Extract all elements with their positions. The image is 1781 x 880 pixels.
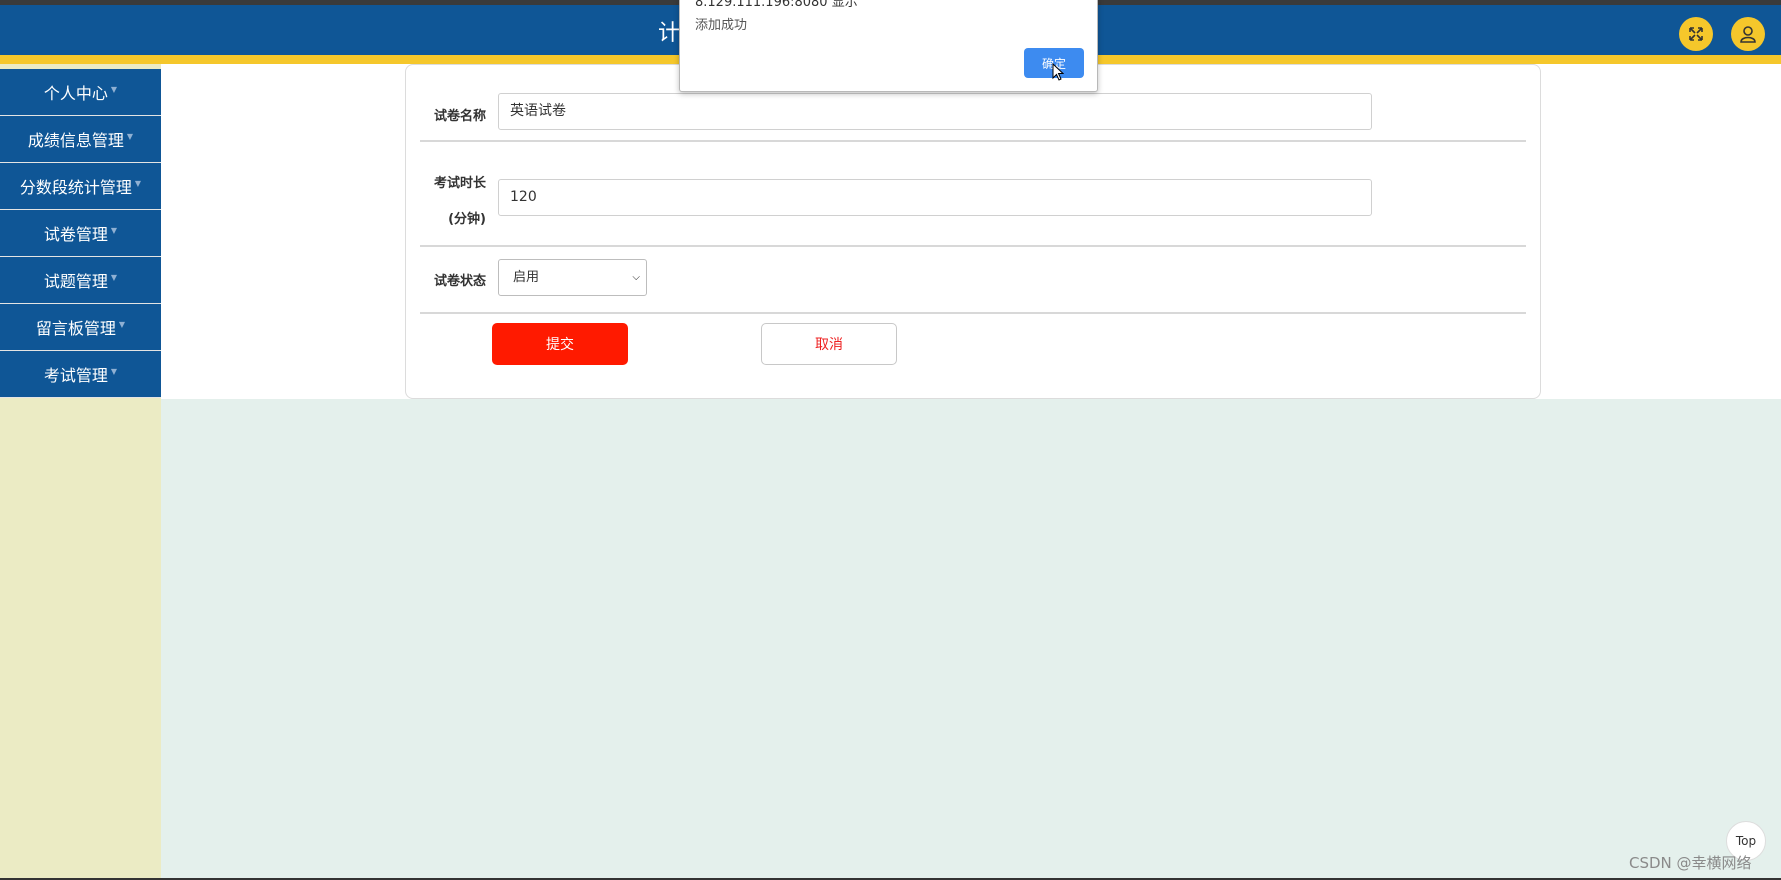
cancel-button[interactable]: 取消 bbox=[761, 323, 897, 365]
caret-down-icon: ▼ bbox=[110, 84, 118, 94]
caret-down-icon: ▼ bbox=[110, 225, 118, 235]
paper-name-input[interactable]: 英语试卷 bbox=[498, 93, 1372, 130]
status-label: 试卷状态 bbox=[433, 274, 486, 289]
user-menu-button[interactable] bbox=[1731, 17, 1765, 51]
submit-button[interactable]: 提交 bbox=[492, 323, 628, 365]
sidebar-item-score-management[interactable]: 成绩信息管理 ▼ bbox=[0, 116, 161, 163]
paper-name-label: 试卷名称 bbox=[433, 109, 486, 124]
sidebar-item-message-board[interactable]: 留言板管理 ▼ bbox=[0, 304, 161, 351]
sidebar-item-label: 考试管理 bbox=[43, 366, 108, 385]
app-title: 计 bbox=[658, 21, 681, 46]
user-icon bbox=[1740, 26, 1756, 43]
caret-down-icon: ▼ bbox=[118, 319, 126, 329]
expand-arrows-icon bbox=[1689, 27, 1703, 41]
chevron-down-icon: ⌵ bbox=[632, 272, 640, 283]
sidebar-item-personal-center[interactable]: 个人中心 ▼ bbox=[0, 69, 161, 116]
form-row-duration: 考试时长 (分钟) 120 bbox=[420, 142, 1526, 247]
caret-down-icon: ▼ bbox=[134, 178, 142, 188]
sidebar-item-label: 个人中心 bbox=[43, 84, 108, 103]
paper-form: 试卷名称 英语试卷 考试时长 (分钟) 120 试卷状态 启用 ⌵ 提交 取消 bbox=[405, 64, 1541, 399]
sidebar-item-exam-management[interactable]: 考试管理 ▼ bbox=[0, 351, 161, 398]
duration-unit-label: (分钟) bbox=[448, 212, 486, 227]
sidebar-item-label: 成绩信息管理 bbox=[27, 131, 124, 150]
caret-down-icon: ▼ bbox=[126, 131, 134, 141]
status-select[interactable]: 启用 ⌵ bbox=[498, 259, 647, 296]
sidebar-item-question-management[interactable]: 试题管理 ▼ bbox=[0, 257, 161, 304]
alert-dialog: 8.129.111.196:8080 显示 添加成功 确定 bbox=[679, 0, 1098, 92]
sidebar-menu: 个人中心 ▼ 成绩信息管理 ▼ 分数段统计管理 ▼ 试卷管理 ▼ 试题管理 ▼ 留言板管理… bbox=[0, 69, 161, 398]
sidebar-item-score-range-stats[interactable]: 分数段统计管理 ▼ bbox=[0, 163, 161, 210]
sidebar-item-label: 试卷管理 bbox=[43, 225, 108, 244]
status-selected-value: 启用 bbox=[513, 270, 540, 285]
dialog-title: 8.129.111.196:8080 显示 bbox=[695, 0, 858, 10]
caret-down-icon: ▼ bbox=[110, 366, 118, 376]
duration-input[interactable]: 120 bbox=[498, 179, 1372, 216]
sidebar-item-label: 试题管理 bbox=[43, 272, 108, 291]
fullscreen-button[interactable] bbox=[1679, 17, 1713, 51]
sidebar-item-label: 留言板管理 bbox=[35, 319, 116, 338]
form-row-status: 试卷状态 启用 ⌵ bbox=[420, 247, 1526, 314]
sidebar-item-paper-management[interactable]: 试卷管理 ▼ bbox=[0, 210, 161, 257]
mouse-cursor-icon bbox=[1052, 63, 1064, 81]
duration-label: 考试时长 bbox=[433, 176, 486, 191]
watermark: CSDN @幸横网络 bbox=[1629, 854, 1752, 872]
caret-down-icon: ▼ bbox=[110, 272, 118, 282]
sidebar-item-label: 分数段统计管理 bbox=[19, 178, 132, 197]
dialog-message: 添加成功 bbox=[695, 18, 748, 33]
